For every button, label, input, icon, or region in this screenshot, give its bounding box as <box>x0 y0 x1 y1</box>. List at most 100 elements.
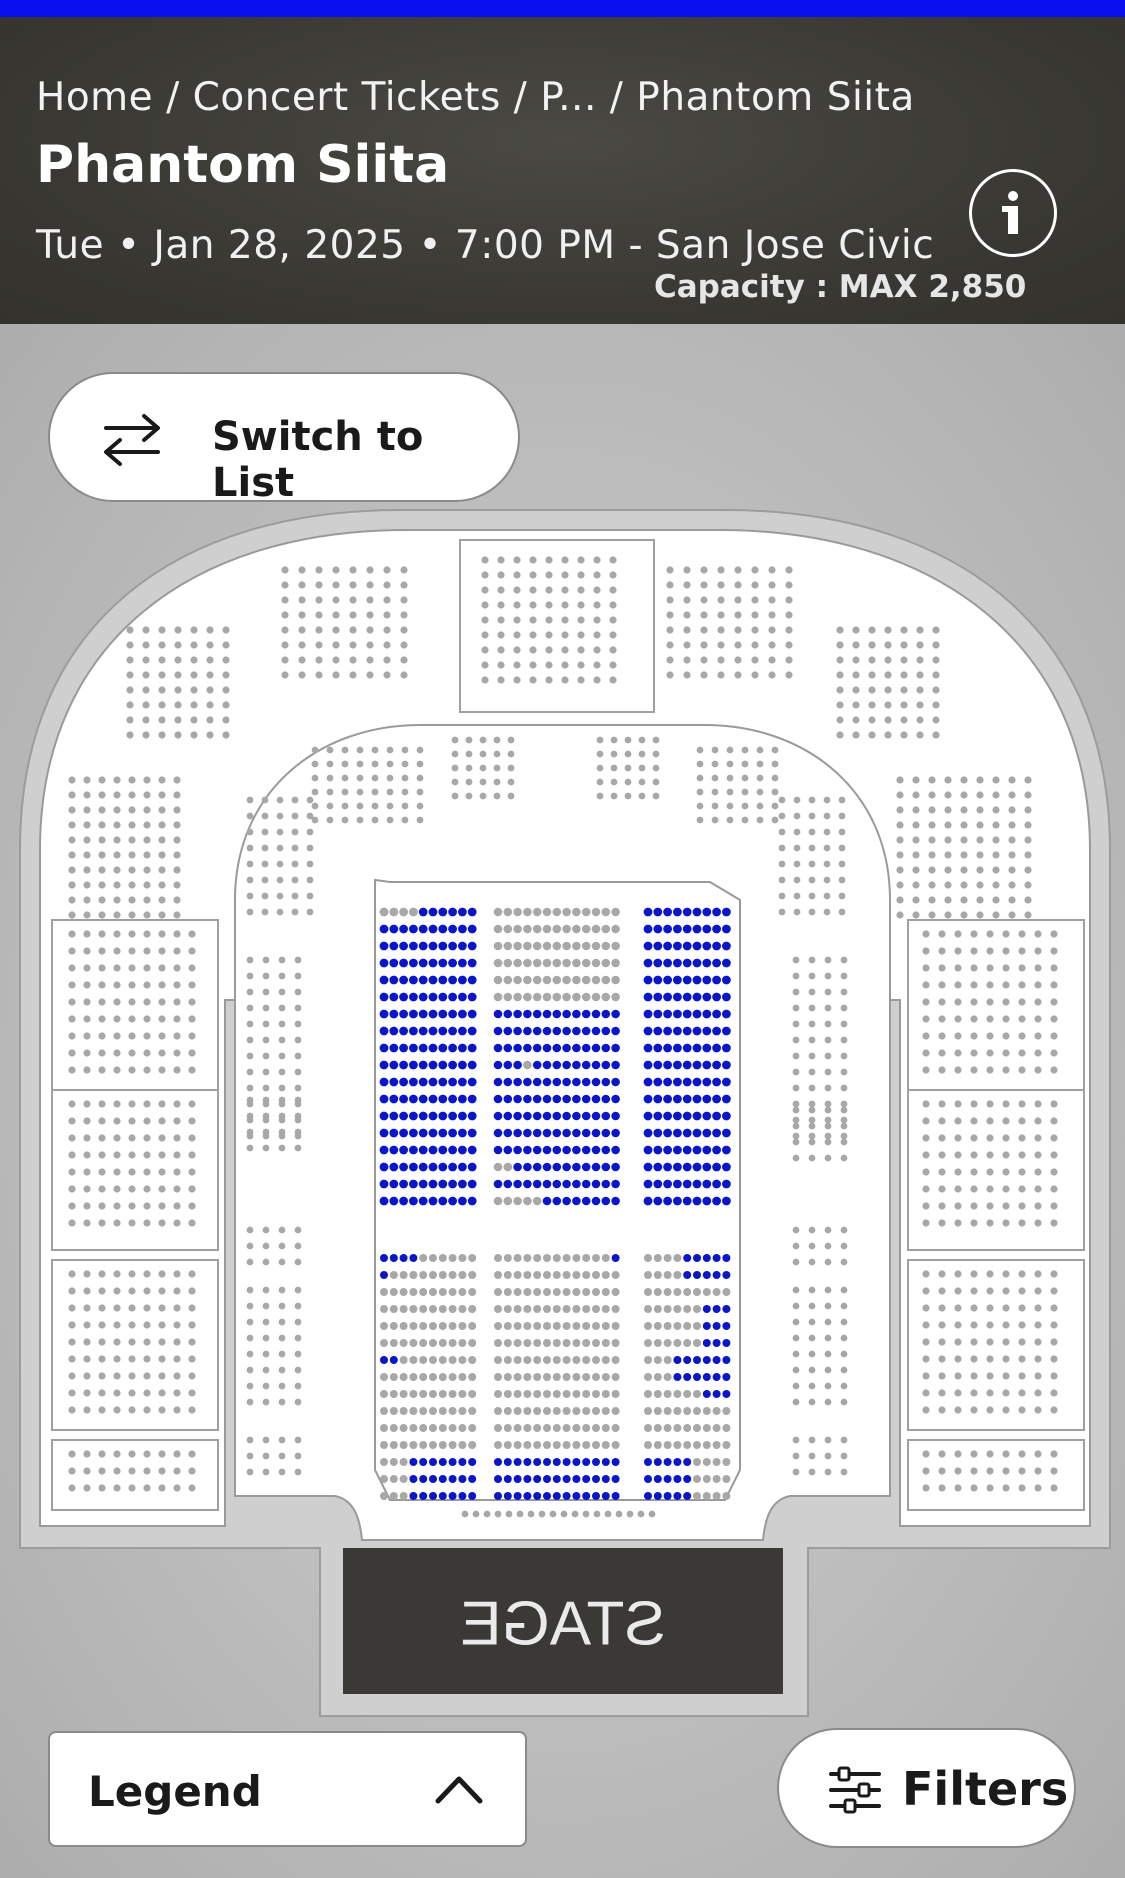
seat <box>379 1009 389 1019</box>
filters-button[interactable]: Filters <box>777 1728 1076 1848</box>
seat <box>1050 1287 1058 1295</box>
seat <box>428 975 438 985</box>
seat <box>601 1162 611 1172</box>
seat <box>1002 998 1010 1006</box>
seat <box>143 911 151 919</box>
breadcrumb-truncated[interactable]: P... <box>540 75 597 120</box>
seat <box>683 596 691 604</box>
seat <box>717 581 725 589</box>
seat <box>143 1304 151 1312</box>
seat <box>418 1196 428 1206</box>
seat <box>467 1026 477 1036</box>
seat <box>970 1372 978 1380</box>
seat <box>561 616 569 624</box>
seat <box>399 1288 408 1296</box>
seat <box>68 1467 76 1475</box>
seat <box>572 1271 581 1279</box>
seat <box>379 1196 389 1206</box>
switch-to-list-label: Switch to List <box>212 414 424 506</box>
seat <box>493 750 501 758</box>
seat <box>278 1258 286 1266</box>
seat <box>261 812 269 820</box>
breadcrumb-home[interactable]: Home <box>36 75 153 120</box>
seat <box>542 1009 552 1019</box>
seat <box>126 641 134 649</box>
seat <box>712 1196 721 1206</box>
seat <box>174 686 182 694</box>
seat <box>222 641 230 649</box>
legend-button[interactable]: Legend <box>48 1731 527 1847</box>
seat <box>543 1322 551 1330</box>
seat <box>970 1270 978 1278</box>
seat <box>611 907 620 917</box>
seat <box>399 992 408 1002</box>
seat <box>448 1305 457 1313</box>
seat <box>458 975 467 985</box>
seat <box>262 1144 270 1152</box>
seat <box>419 1424 428 1432</box>
seat <box>900 626 908 634</box>
seat <box>682 907 692 917</box>
seat <box>356 746 364 754</box>
seat <box>700 566 708 574</box>
seat <box>644 1407 652 1415</box>
seat <box>68 1372 76 1380</box>
seat <box>986 1151 994 1159</box>
seat <box>596 736 604 744</box>
seat <box>823 828 831 836</box>
switch-to-list-button[interactable]: Switch to List <box>48 372 520 506</box>
seat-map[interactable]: STAGE <box>0 500 1125 1730</box>
seat <box>468 1424 477 1432</box>
seat <box>808 1052 816 1060</box>
seat <box>722 1043 731 1053</box>
seat <box>682 1111 692 1121</box>
seat <box>824 1138 832 1146</box>
seat <box>113 947 121 955</box>
seat <box>722 1288 731 1296</box>
seat <box>438 1424 447 1432</box>
seat <box>562 1145 571 1155</box>
seat <box>276 892 284 900</box>
seat <box>389 1026 399 1036</box>
seat <box>692 1128 702 1138</box>
seat <box>68 851 76 859</box>
seat <box>409 992 418 1002</box>
seat <box>276 876 284 884</box>
seat <box>1018 1287 1026 1295</box>
seat <box>326 802 334 810</box>
seat <box>653 1288 662 1296</box>
seat <box>840 1258 848 1266</box>
seat <box>468 1288 477 1296</box>
seat <box>438 1254 447 1262</box>
seat <box>513 1111 522 1121</box>
seat <box>592 1305 600 1313</box>
seat <box>503 1390 512 1398</box>
seat <box>448 1492 457 1500</box>
seat <box>173 1168 181 1176</box>
seat <box>458 1492 467 1500</box>
seat <box>673 1356 682 1364</box>
info-button[interactable] <box>969 169 1057 257</box>
seat <box>206 686 214 694</box>
seat <box>900 731 908 739</box>
seat <box>68 1049 76 1057</box>
seat <box>596 764 604 772</box>
seat <box>960 866 968 874</box>
seat <box>409 1179 418 1189</box>
seat <box>262 1468 270 1476</box>
breadcrumb-concert-tickets[interactable]: Concert Tickets <box>193 75 501 120</box>
seat <box>938 1270 946 1278</box>
seat <box>702 992 712 1002</box>
seat <box>409 1441 418 1449</box>
seat <box>792 1122 800 1130</box>
seat <box>582 1407 591 1415</box>
seat <box>493 778 501 786</box>
seat <box>652 764 660 772</box>
seat <box>513 1458 522 1466</box>
seat <box>341 746 349 754</box>
seat <box>113 821 121 829</box>
seat <box>712 1179 721 1189</box>
seat <box>581 1179 591 1189</box>
seat <box>582 1322 591 1330</box>
seat <box>1024 806 1032 814</box>
